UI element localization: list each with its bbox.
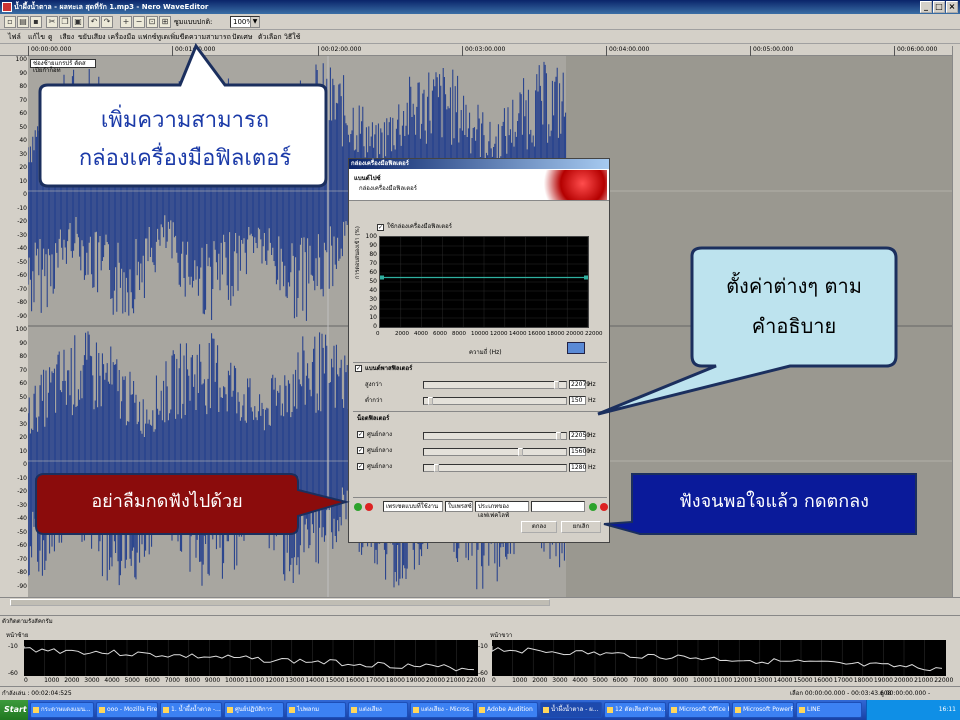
callout-right-line1: ตั้งค่าต่างๆ ตาม [726, 274, 862, 298]
callout-listen-text: อย่าลืมกดฟังไปด้วย [91, 491, 243, 512]
callout-right-line2: คำอธิบาย [751, 314, 837, 338]
callout-right-text: ตั้งค่าต่างๆ ตาม คำอธิบาย [696, 266, 892, 346]
callout-top-line2: กล่องเครื่องมือฟิลเตอร์ [78, 146, 292, 171]
callout-top-text: เพิ่มความสามารถ กล่องเครื่องมือฟิลเตอร์ [50, 102, 320, 178]
callout-ok-text: ฟังจนพอใจแล้ว กดตกลง [679, 491, 869, 512]
callout-top-line1: เพิ่มความสามารถ [100, 108, 270, 133]
